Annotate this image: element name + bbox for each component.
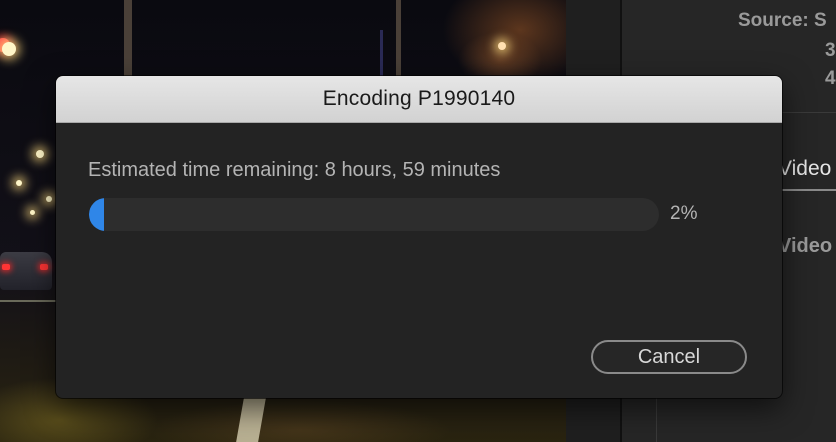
street-light [16, 180, 22, 186]
source-value-2: 4 [825, 68, 836, 89]
source-label: Source: S [738, 10, 827, 31]
progress-bar-fill [89, 198, 104, 231]
road-marking [235, 395, 267, 442]
progress-percent: 2% [670, 203, 698, 224]
street-light [36, 150, 44, 158]
tab-video[interactable]: Video [778, 157, 831, 181]
tab-underline [778, 189, 836, 191]
street-sign [380, 30, 383, 76]
dialog-body: Estimated time remaining: 8 hours, 59 mi… [56, 123, 782, 398]
dialog-titlebar[interactable]: Encoding P1990140 [56, 76, 782, 123]
dialog-title: Encoding P1990140 [322, 87, 516, 110]
railing [0, 300, 60, 352]
source-value-1: 3 [825, 40, 836, 61]
street-pole [124, 0, 132, 80]
car [0, 252, 52, 290]
cancel-button[interactable]: Cancel [591, 340, 747, 374]
section-heading-video: Video [778, 235, 833, 257]
time-remaining-text: Estimated time remaining: 8 hours, 59 mi… [88, 159, 501, 181]
progress-bar [89, 198, 659, 231]
encoding-dialog: Encoding P1990140 Estimated time remaini… [56, 76, 782, 398]
screen: Source: S 3 4 Video Video Encoding P1990… [0, 0, 836, 442]
street-light [2, 42, 16, 56]
street-light [46, 196, 52, 202]
street-pole [396, 0, 401, 76]
window-light [498, 42, 506, 50]
street-light [30, 210, 35, 215]
